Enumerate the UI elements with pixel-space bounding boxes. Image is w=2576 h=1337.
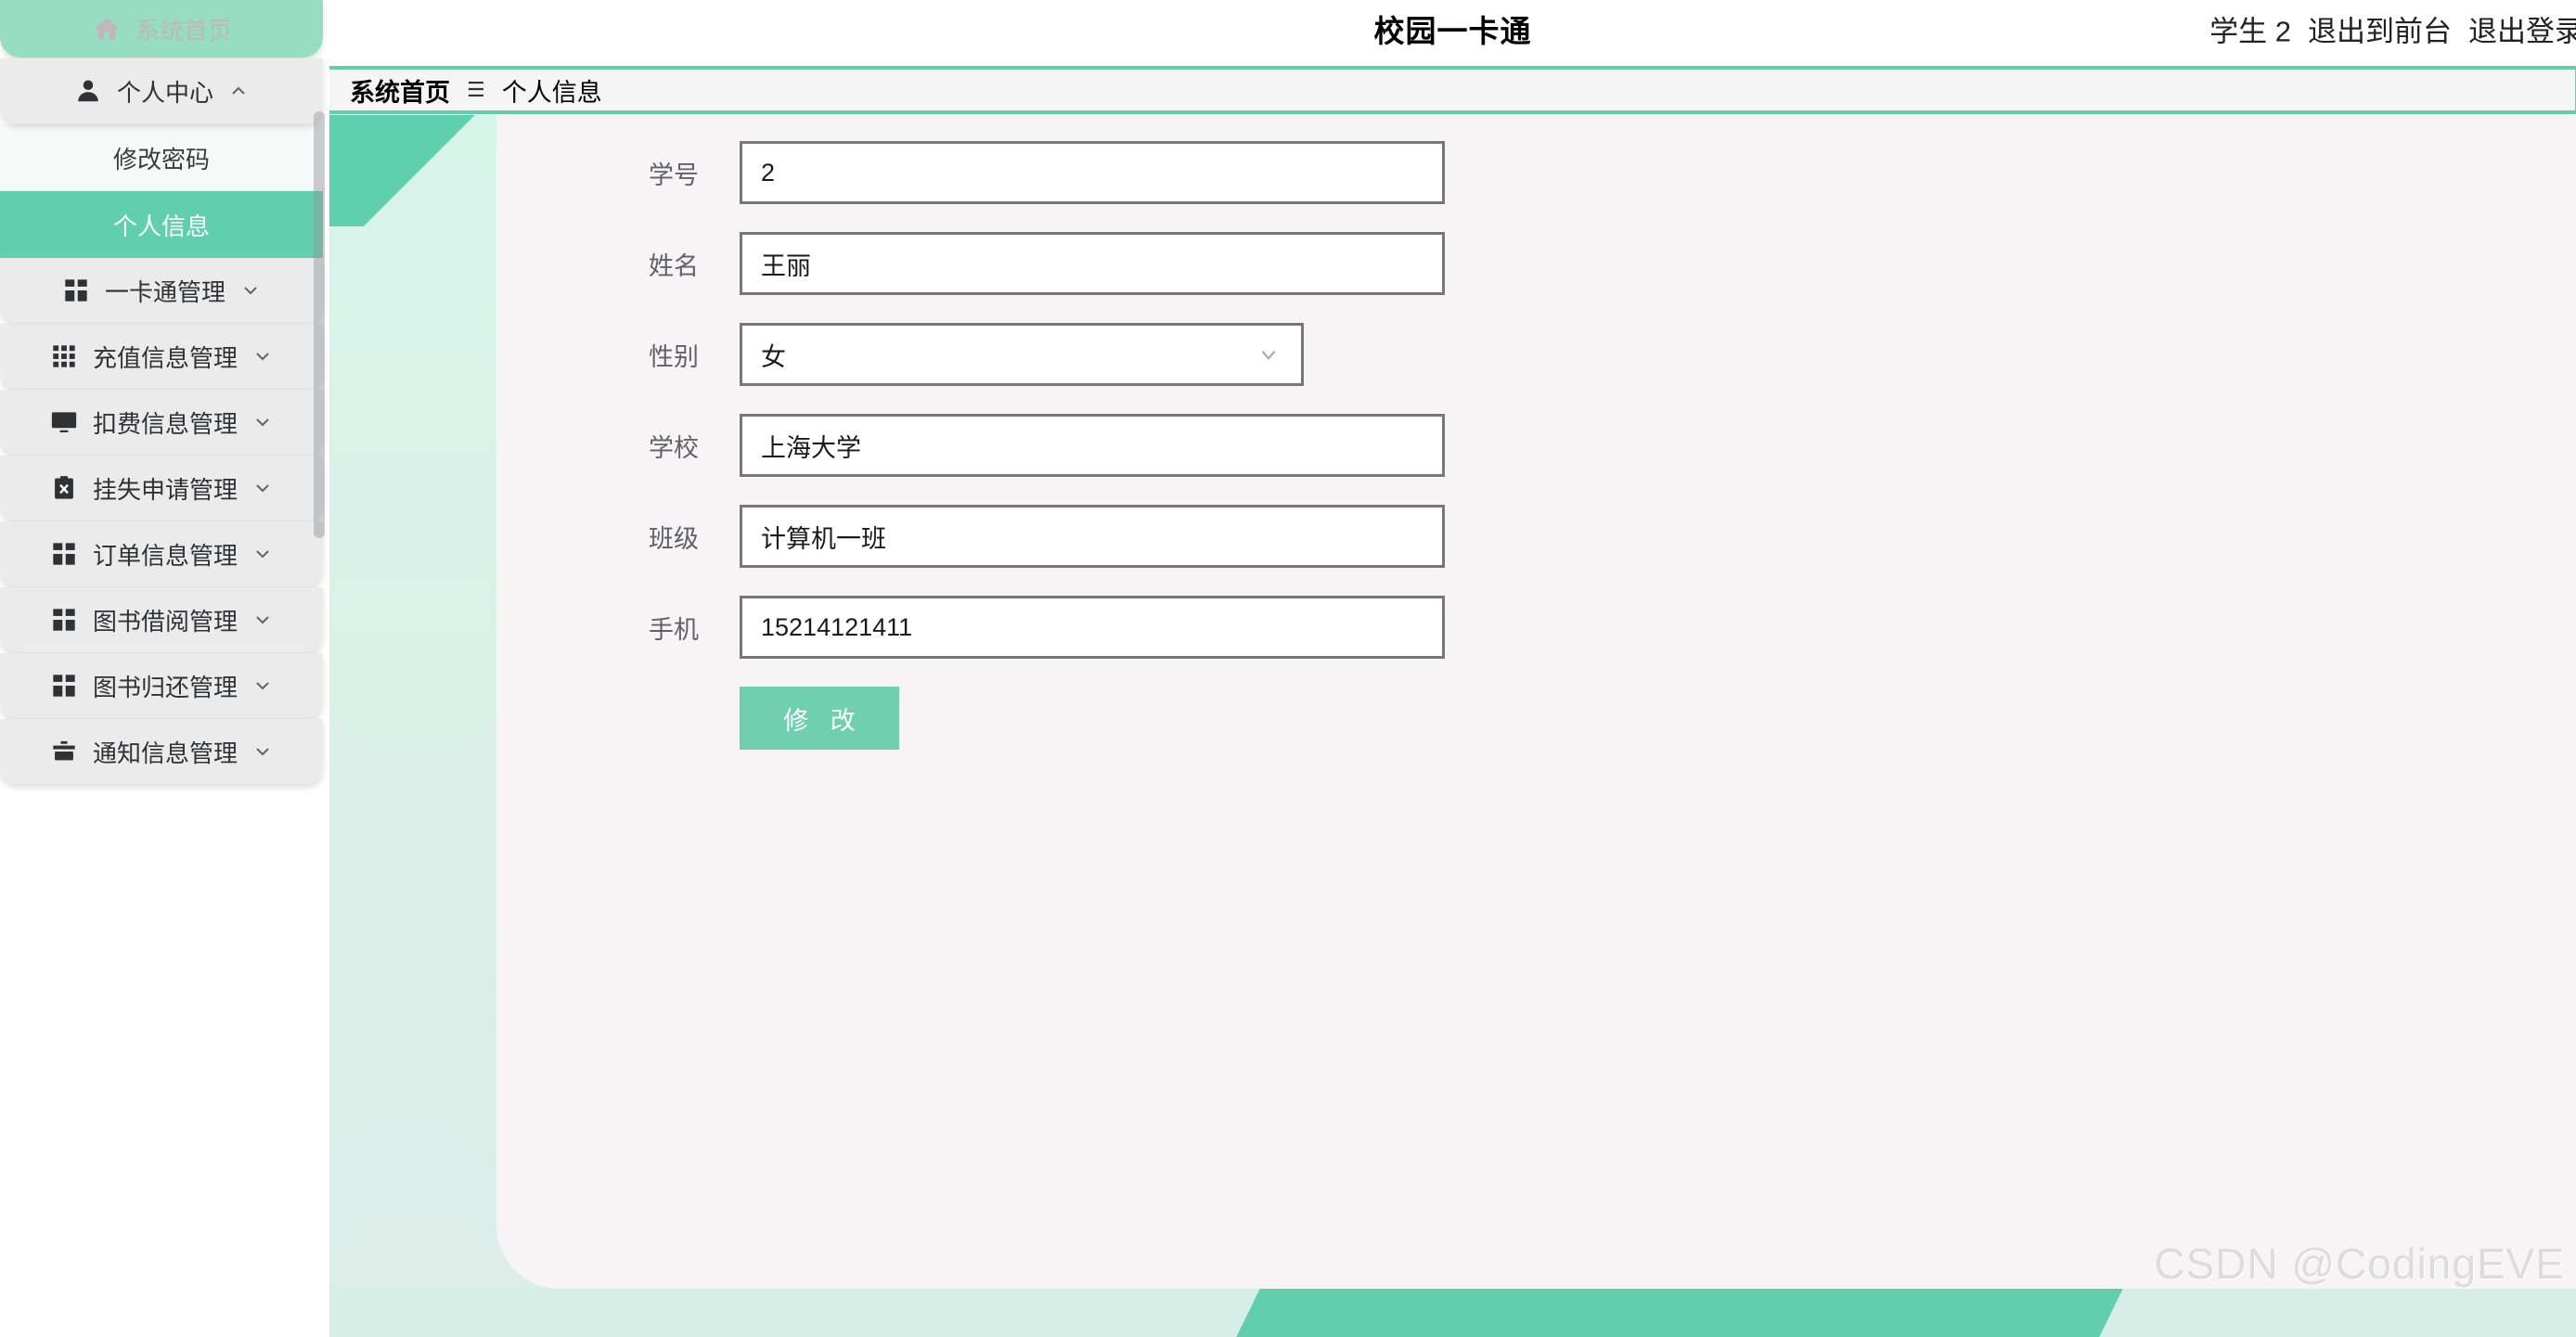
form-row-name: 姓名 bbox=[496, 232, 2576, 295]
sidebar-item-notice-management-label: 通知信息管理 bbox=[92, 739, 238, 767]
submit-button[interactable]: 修 改 bbox=[740, 687, 899, 750]
label-class: 班级 bbox=[649, 524, 699, 553]
sidebar-item-deduction-management[interactable]: 扣费信息管理 bbox=[0, 390, 323, 455]
chevron-down-icon[interactable] bbox=[1256, 342, 1281, 366]
sidebar-item-deduction-management-label: 扣费信息管理 bbox=[92, 409, 238, 438]
form-row-school: 学校 bbox=[496, 414, 2576, 477]
grid-4-icon bbox=[48, 604, 80, 636]
header-user-area: 学生 2 退出到前台 退出登录 bbox=[2209, 8, 2576, 50]
chevron-down-icon[interactable] bbox=[251, 674, 275, 698]
label-phone: 手机 bbox=[649, 615, 699, 644]
sidebar-item-home[interactable]: 系统首页 bbox=[0, 0, 323, 58]
sidebar: 系统首页 个人中心 修改密码 个人信息 一卡通管理 充值信息管理 扣费信息管理 … bbox=[0, 0, 329, 1337]
sidebar-scrollbar-thumb[interactable] bbox=[314, 111, 325, 538]
sidebar-item-order-management[interactable]: 订单信息管理 bbox=[0, 521, 323, 586]
home-icon bbox=[91, 13, 122, 45]
chevron-down-icon[interactable] bbox=[251, 739, 275, 764]
sidebar-item-home-label: 系统首页 bbox=[135, 16, 232, 45]
logout-link[interactable]: 退出登录 bbox=[2468, 8, 2576, 50]
breadcrumb-separator-icon: ☰ bbox=[467, 78, 485, 101]
content-panel: 学号 姓名 性别 女 学校 bbox=[496, 115, 2576, 1289]
briefcase-icon bbox=[48, 736, 80, 767]
gender-select[interactable]: 女 bbox=[740, 323, 1304, 386]
form-row-submit: 修 改 bbox=[496, 687, 2576, 750]
top-header: 校园一卡通 学生 2 退出到前台 退出登录 bbox=[329, 0, 2576, 58]
name-input[interactable] bbox=[740, 232, 1445, 295]
current-user-label: 学生 2 bbox=[2209, 15, 2291, 48]
sidebar-item-book-borrow-management[interactable]: 图书借阅管理 bbox=[0, 587, 323, 652]
sidebar-item-loss-report-management[interactable]: 挂失申请管理 bbox=[0, 456, 323, 521]
breadcrumb: 系统首页 ☰ 个人信息 bbox=[329, 66, 2576, 114]
sidebar-subitem-personal-info-label: 个人信息 bbox=[112, 212, 210, 240]
footer-stripe bbox=[1236, 1289, 2123, 1337]
sidebar-item-book-return-management-label: 图书归还管理 bbox=[92, 673, 238, 701]
class-input[interactable] bbox=[740, 505, 1445, 568]
label-student-id: 学号 bbox=[649, 161, 699, 189]
sidebar-subitem-change-password[interactable]: 修改密码 bbox=[0, 124, 323, 191]
form-row-student-id: 学号 bbox=[496, 141, 2576, 204]
sidebar-subitem-change-password-label: 修改密码 bbox=[112, 145, 210, 174]
sidebar-item-recharge-management[interactable]: 充值信息管理 bbox=[0, 324, 323, 389]
grid-4-icon bbox=[60, 275, 92, 306]
phone-input[interactable] bbox=[740, 596, 1445, 659]
sidebar-item-personal-center-label: 个人中心 bbox=[116, 78, 213, 107]
form-row-gender: 性别 女 bbox=[496, 323, 2576, 386]
sidebar-item-book-borrow-management-label: 图书借阅管理 bbox=[92, 607, 238, 636]
chevron-down-icon[interactable] bbox=[238, 278, 263, 302]
sidebar-item-recharge-management-label: 充值信息管理 bbox=[92, 343, 238, 372]
sidebar-item-card-management-label: 一卡通管理 bbox=[104, 277, 225, 306]
form-row-phone: 手机 bbox=[496, 596, 2576, 659]
main-content: 系统首页 ☰ 个人信息 学号 姓名 性别 女 bbox=[329, 58, 2576, 1337]
breadcrumb-current: 个人信息 bbox=[501, 78, 602, 107]
sidebar-subitem-personal-info[interactable]: 个人信息 bbox=[0, 191, 323, 258]
chevron-down-icon[interactable] bbox=[251, 542, 275, 566]
sidebar-item-order-management-label: 订单信息管理 bbox=[92, 541, 238, 570]
user-icon bbox=[72, 75, 104, 107]
student-id-input[interactable] bbox=[740, 141, 1445, 204]
form-row-class: 班级 bbox=[496, 505, 2576, 568]
corner-decoration bbox=[329, 115, 496, 226]
grid-4-icon bbox=[48, 670, 80, 701]
sidebar-item-book-return-management[interactable]: 图书归还管理 bbox=[0, 653, 323, 718]
chevron-down-icon[interactable] bbox=[251, 608, 275, 632]
chevron-down-icon[interactable] bbox=[251, 344, 275, 368]
chevron-down-icon[interactable] bbox=[251, 476, 275, 500]
gender-select-value: 女 bbox=[761, 342, 786, 371]
label-gender: 性别 bbox=[649, 342, 699, 371]
personal-info-form: 学号 姓名 性别 女 学校 bbox=[496, 115, 2576, 750]
school-input[interactable] bbox=[740, 414, 1445, 477]
chevron-up-icon[interactable] bbox=[226, 79, 251, 103]
grid-4-icon bbox=[48, 538, 80, 570]
chevron-down-icon[interactable] bbox=[251, 410, 275, 434]
label-school: 学校 bbox=[649, 433, 699, 462]
footer-decoration bbox=[329, 1289, 2576, 1337]
monitor-icon bbox=[48, 406, 80, 438]
sidebar-item-loss-report-management-label: 挂失申请管理 bbox=[92, 475, 238, 504]
watermark: CSDN @CodingEVE bbox=[2154, 1240, 2565, 1288]
label-name: 姓名 bbox=[649, 251, 699, 280]
grid-9-icon bbox=[48, 341, 80, 372]
sidebar-item-personal-center[interactable]: 个人中心 bbox=[0, 58, 323, 123]
clipboard-x-icon bbox=[48, 472, 80, 504]
sidebar-item-notice-management[interactable]: 通知信息管理 bbox=[0, 719, 323, 784]
app-root: 系统首页 个人中心 修改密码 个人信息 一卡通管理 充值信息管理 扣费信息管理 … bbox=[0, 0, 2576, 1337]
sidebar-item-card-management[interactable]: 一卡通管理 bbox=[0, 258, 323, 323]
exit-to-front-link[interactable]: 退出到前台 bbox=[2308, 8, 2452, 50]
breadcrumb-root[interactable]: 系统首页 bbox=[350, 72, 450, 109]
